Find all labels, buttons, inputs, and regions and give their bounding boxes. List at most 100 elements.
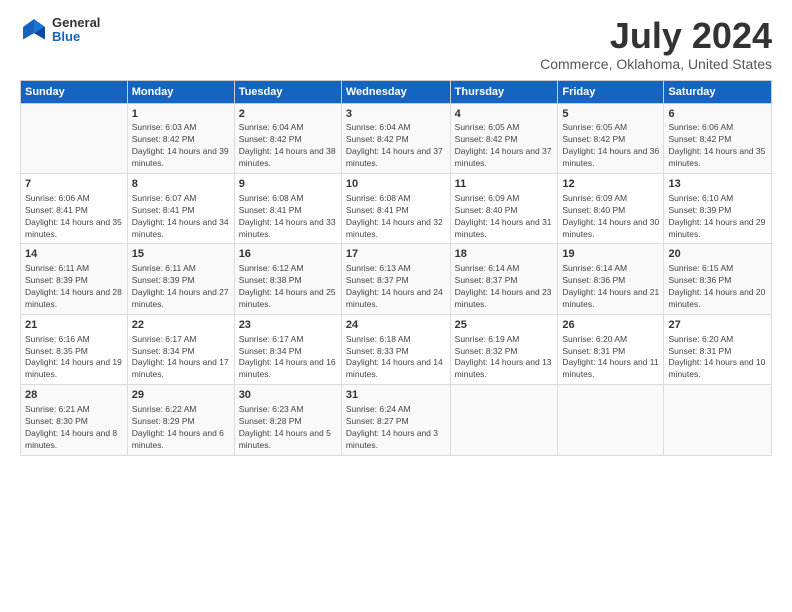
header-saturday: Saturday [664, 80, 772, 103]
day-number: 24 [346, 318, 446, 333]
day-number: 26 [562, 318, 659, 333]
calendar-cell: 10Sunrise: 6:08 AMSunset: 8:41 PMDayligh… [341, 174, 450, 244]
calendar-cell: 2Sunrise: 6:04 AMSunset: 8:42 PMDaylight… [234, 103, 341, 173]
calendar-cell: 23Sunrise: 6:17 AMSunset: 8:34 PMDayligh… [234, 314, 341, 384]
day-number: 23 [239, 318, 337, 333]
day-number: 31 [346, 388, 446, 403]
calendar-table: SundayMondayTuesdayWednesdayThursdayFrid… [20, 80, 772, 456]
day-number: 9 [239, 177, 337, 192]
header: General Blue July 2024 Commerce, Oklahom… [20, 16, 772, 72]
day-number: 6 [668, 107, 767, 122]
calendar-cell: 21Sunrise: 6:16 AMSunset: 8:35 PMDayligh… [21, 314, 128, 384]
calendar-cell: 12Sunrise: 6:09 AMSunset: 8:40 PMDayligh… [558, 174, 664, 244]
week-row-0: 1Sunrise: 6:03 AMSunset: 8:42 PMDaylight… [21, 103, 772, 173]
cell-content: Sunrise: 6:04 AMSunset: 8:42 PMDaylight:… [239, 122, 337, 170]
day-number: 7 [25, 177, 123, 192]
header-friday: Friday [558, 80, 664, 103]
cell-content: Sunrise: 6:24 AMSunset: 8:27 PMDaylight:… [346, 404, 446, 452]
cell-content: Sunrise: 6:09 AMSunset: 8:40 PMDaylight:… [562, 193, 659, 241]
day-number: 22 [132, 318, 230, 333]
calendar-cell: 30Sunrise: 6:23 AMSunset: 8:28 PMDayligh… [234, 385, 341, 455]
day-number: 4 [455, 107, 554, 122]
cell-content: Sunrise: 6:18 AMSunset: 8:33 PMDaylight:… [346, 334, 446, 382]
day-number: 14 [25, 247, 123, 262]
calendar-cell: 26Sunrise: 6:20 AMSunset: 8:31 PMDayligh… [558, 314, 664, 384]
day-number: 28 [25, 388, 123, 403]
day-number: 8 [132, 177, 230, 192]
calendar-cell: 8Sunrise: 6:07 AMSunset: 8:41 PMDaylight… [127, 174, 234, 244]
cell-content: Sunrise: 6:08 AMSunset: 8:41 PMDaylight:… [346, 193, 446, 241]
calendar-cell: 28Sunrise: 6:21 AMSunset: 8:30 PMDayligh… [21, 385, 128, 455]
calendar-cell: 19Sunrise: 6:14 AMSunset: 8:36 PMDayligh… [558, 244, 664, 314]
day-number: 13 [668, 177, 767, 192]
logo: General Blue [20, 16, 100, 45]
week-row-3: 21Sunrise: 6:16 AMSunset: 8:35 PMDayligh… [21, 314, 772, 384]
day-number: 1 [132, 107, 230, 122]
day-number: 5 [562, 107, 659, 122]
calendar-cell: 9Sunrise: 6:08 AMSunset: 8:41 PMDaylight… [234, 174, 341, 244]
cell-content: Sunrise: 6:21 AMSunset: 8:30 PMDaylight:… [25, 404, 123, 452]
cell-content: Sunrise: 6:13 AMSunset: 8:37 PMDaylight:… [346, 263, 446, 311]
day-number: 12 [562, 177, 659, 192]
main-title: July 2024 [540, 16, 772, 56]
day-number: 2 [239, 107, 337, 122]
cell-content: Sunrise: 6:04 AMSunset: 8:42 PMDaylight:… [346, 122, 446, 170]
header-monday: Monday [127, 80, 234, 103]
week-row-1: 7Sunrise: 6:06 AMSunset: 8:41 PMDaylight… [21, 174, 772, 244]
week-row-4: 28Sunrise: 6:21 AMSunset: 8:30 PMDayligh… [21, 385, 772, 455]
calendar-cell [450, 385, 558, 455]
title-block: July 2024 Commerce, Oklahoma, United Sta… [540, 16, 772, 72]
cell-content: Sunrise: 6:20 AMSunset: 8:31 PMDaylight:… [668, 334, 767, 382]
calendar-cell: 31Sunrise: 6:24 AMSunset: 8:27 PMDayligh… [341, 385, 450, 455]
day-number: 11 [455, 177, 554, 192]
calendar-cell: 14Sunrise: 6:11 AMSunset: 8:39 PMDayligh… [21, 244, 128, 314]
calendar-cell: 15Sunrise: 6:11 AMSunset: 8:39 PMDayligh… [127, 244, 234, 314]
cell-content: Sunrise: 6:17 AMSunset: 8:34 PMDaylight:… [239, 334, 337, 382]
day-number: 30 [239, 388, 337, 403]
calendar-cell [558, 385, 664, 455]
subtitle: Commerce, Oklahoma, United States [540, 56, 772, 72]
cell-content: Sunrise: 6:12 AMSunset: 8:38 PMDaylight:… [239, 263, 337, 311]
cell-content: Sunrise: 6:06 AMSunset: 8:41 PMDaylight:… [25, 193, 123, 241]
calendar-cell [664, 385, 772, 455]
cell-content: Sunrise: 6:08 AMSunset: 8:41 PMDaylight:… [239, 193, 337, 241]
page: General Blue July 2024 Commerce, Oklahom… [0, 0, 792, 612]
cell-content: Sunrise: 6:06 AMSunset: 8:42 PMDaylight:… [668, 122, 767, 170]
calendar-cell: 17Sunrise: 6:13 AMSunset: 8:37 PMDayligh… [341, 244, 450, 314]
cell-content: Sunrise: 6:07 AMSunset: 8:41 PMDaylight:… [132, 193, 230, 241]
logo-icon [20, 16, 48, 44]
calendar-cell: 3Sunrise: 6:04 AMSunset: 8:42 PMDaylight… [341, 103, 450, 173]
calendar-cell: 11Sunrise: 6:09 AMSunset: 8:40 PMDayligh… [450, 174, 558, 244]
cell-content: Sunrise: 6:20 AMSunset: 8:31 PMDaylight:… [562, 334, 659, 382]
calendar-cell: 16Sunrise: 6:12 AMSunset: 8:38 PMDayligh… [234, 244, 341, 314]
calendar-cell: 13Sunrise: 6:10 AMSunset: 8:39 PMDayligh… [664, 174, 772, 244]
calendar-cell: 25Sunrise: 6:19 AMSunset: 8:32 PMDayligh… [450, 314, 558, 384]
cell-content: Sunrise: 6:15 AMSunset: 8:36 PMDaylight:… [668, 263, 767, 311]
calendar-cell: 18Sunrise: 6:14 AMSunset: 8:37 PMDayligh… [450, 244, 558, 314]
day-number: 20 [668, 247, 767, 262]
day-number: 3 [346, 107, 446, 122]
week-row-2: 14 Sunrise: 6:11 AMSunset: 8:39 PMDayligh… [21, 244, 772, 314]
header-thursday: Thursday [450, 80, 558, 103]
day-number: 25 [455, 318, 554, 333]
cell-content: Sunrise: 6:10 AMSunset: 8:39 PMDaylight:… [668, 193, 767, 241]
cell-content: Sunrise: 6:22 AMSunset: 8:29 PMDaylight:… [132, 404, 230, 452]
calendar-cell: 7Sunrise: 6:06 AMSunset: 8:41 PMDaylight… [21, 174, 128, 244]
day-number: 29 [132, 388, 230, 403]
calendar-cell: 20Sunrise: 6:15 AMSunset: 8:36 PMDayligh… [664, 244, 772, 314]
cell-content: Sunrise: 6:03 AMSunset: 8:42 PMDaylight:… [132, 122, 230, 170]
calendar-cell: 27Sunrise: 6:20 AMSunset: 8:31 PMDayligh… [664, 314, 772, 384]
calendar-cell: 6Sunrise: 6:06 AMSunset: 8:42 PMDaylight… [664, 103, 772, 173]
header-row: SundayMondayTuesdayWednesdayThursdayFrid… [21, 80, 772, 103]
logo-blue: Blue [52, 30, 100, 44]
day-number: 21 [25, 318, 123, 333]
day-number: 18 [455, 247, 554, 262]
calendar-cell: 5Sunrise: 6:05 AMSunset: 8:42 PMDaylight… [558, 103, 664, 173]
cell-content: Sunrise: 6:11 AMSunset: 8:39 PMDaylight:… [132, 263, 230, 311]
day-number: 10 [346, 177, 446, 192]
cell-content: Sunrise: 6:16 AMSunset: 8:35 PMDaylight:… [25, 334, 123, 382]
day-number: 27 [668, 318, 767, 333]
cell-content: Sunrise: 6:05 AMSunset: 8:42 PMDaylight:… [562, 122, 659, 170]
calendar-cell: 22Sunrise: 6:17 AMSunset: 8:34 PMDayligh… [127, 314, 234, 384]
header-wednesday: Wednesday [341, 80, 450, 103]
